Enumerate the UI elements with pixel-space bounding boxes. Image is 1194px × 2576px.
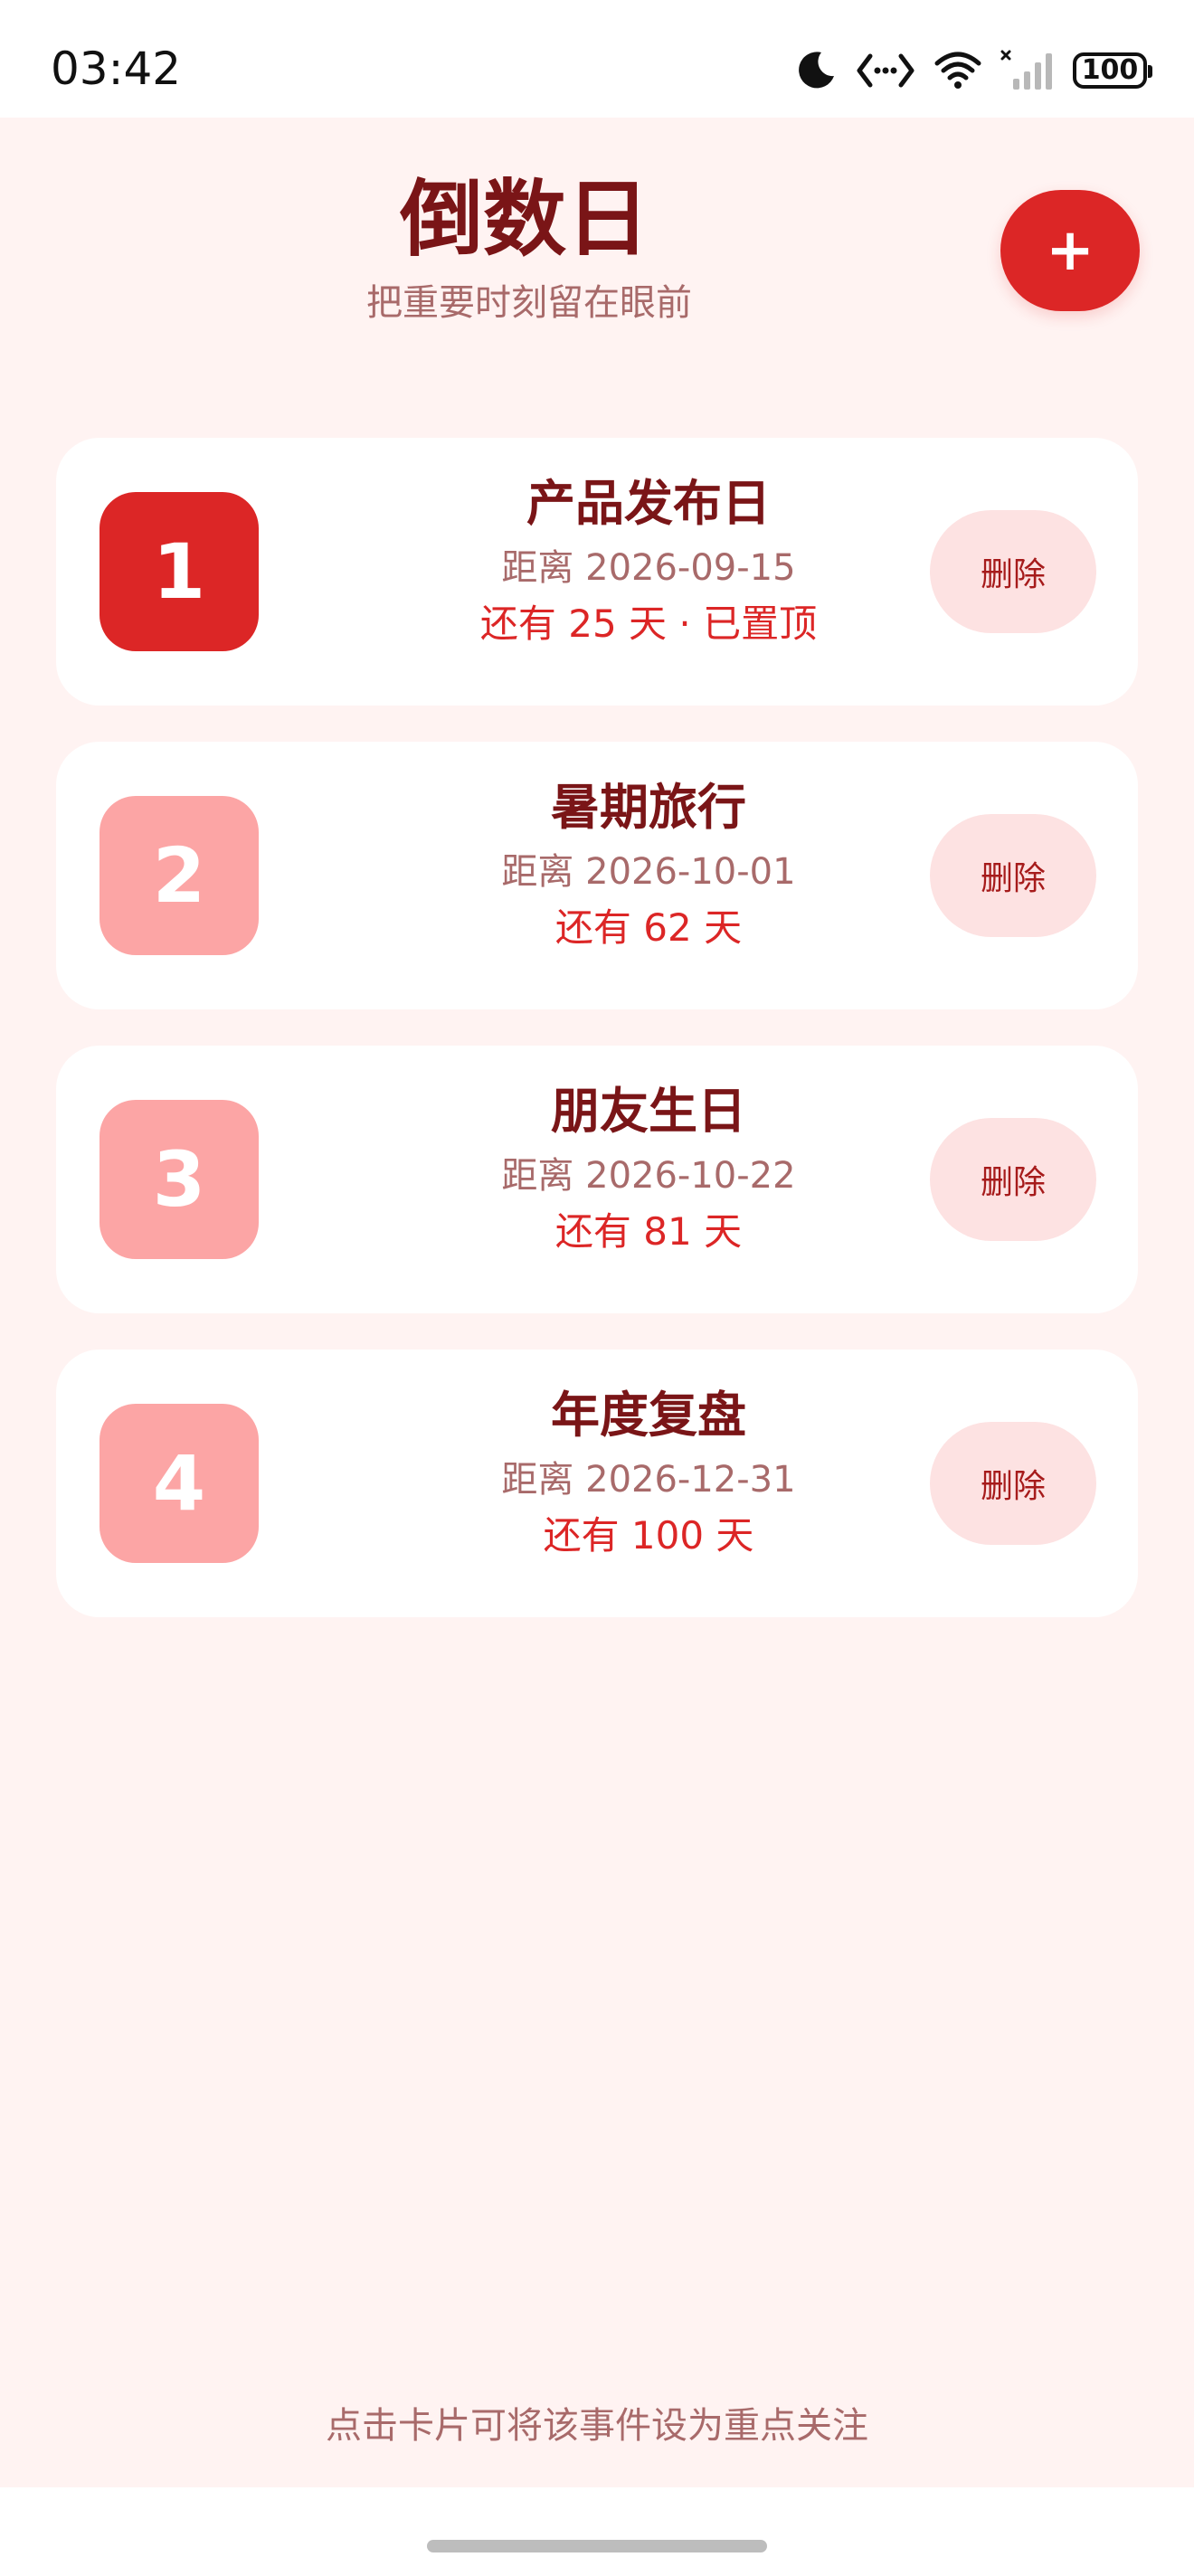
event-date: 距离 2026-09-15: [501, 547, 796, 589]
event-info: 朋友生日 距离 2026-10-22 还有 81 天: [309, 1082, 988, 1259]
rank-badge: 3: [100, 1100, 259, 1259]
event-days-remaining: 还有 62 天: [554, 905, 743, 950]
data-transfer-icon: [856, 52, 915, 89]
battery-icon: 100: [1073, 52, 1152, 89]
status-time: 03:42: [51, 43, 182, 95]
event-info: 年度复盘 距离 2026-12-31 还有 100 天: [309, 1386, 988, 1563]
delete-button[interactable]: 删除: [930, 814, 1096, 937]
event-info: 暑期旅行 距离 2026-10-01 还有 62 天: [309, 778, 988, 955]
event-title: 产品发布日: [526, 475, 771, 532]
status-bar: 03:42 100: [0, 0, 1194, 118]
moon-icon: [794, 49, 838, 92]
event-date: 距离 2026-12-31: [501, 1459, 796, 1501]
event-card[interactable]: 4 年度复盘 距离 2026-12-31 还有 100 天 删除: [56, 1350, 1138, 1617]
plus-icon: +: [1046, 217, 1094, 284]
delete-button[interactable]: 删除: [930, 1118, 1096, 1241]
navigation-bar: [0, 2487, 1194, 2576]
battery-level: 100: [1081, 54, 1139, 86]
event-card[interactable]: 2 暑期旅行 距离 2026-10-01 还有 62 天 删除: [56, 742, 1138, 1009]
rank-badge: 4: [100, 1404, 259, 1563]
home-indicator[interactable]: [427, 2540, 767, 2552]
wifi-icon: [933, 51, 982, 90]
rank-badge: 1: [100, 492, 259, 651]
page-subtitle: 把重要时刻留在眼前: [366, 282, 692, 324]
event-date: 距离 2026-10-01: [501, 851, 796, 893]
event-days-remaining: 还有 81 天: [554, 1209, 743, 1254]
event-card[interactable]: 3 朋友生日 距离 2026-10-22 还有 81 天 删除: [56, 1046, 1138, 1313]
add-event-button[interactable]: +: [1000, 190, 1140, 311]
event-title: 暑期旅行: [551, 779, 746, 836]
signal-icon: [1000, 50, 1055, 91]
rank-badge: 2: [100, 796, 259, 955]
status-icons: 100: [794, 45, 1152, 96]
event-title: 朋友生日: [551, 1083, 746, 1140]
delete-button[interactable]: 删除: [930, 1422, 1096, 1545]
delete-button[interactable]: 删除: [930, 510, 1096, 633]
event-title: 年度复盘: [551, 1387, 746, 1444]
event-card[interactable]: 1 产品发布日 距离 2026-09-15 还有 25 天 · 已置顶 删除: [56, 438, 1138, 706]
page-title: 倒数日: [399, 171, 649, 268]
footer-hint: 点击卡片可将该事件设为重点关注: [326, 2405, 868, 2447]
event-days-remaining: 还有 100 天: [543, 1513, 754, 1558]
event-date: 距离 2026-10-22: [501, 1155, 796, 1197]
event-days-remaining: 还有 25 天 · 已置顶: [479, 601, 818, 646]
event-info: 产品发布日 距离 2026-09-15 还有 25 天 · 已置顶: [309, 474, 988, 651]
